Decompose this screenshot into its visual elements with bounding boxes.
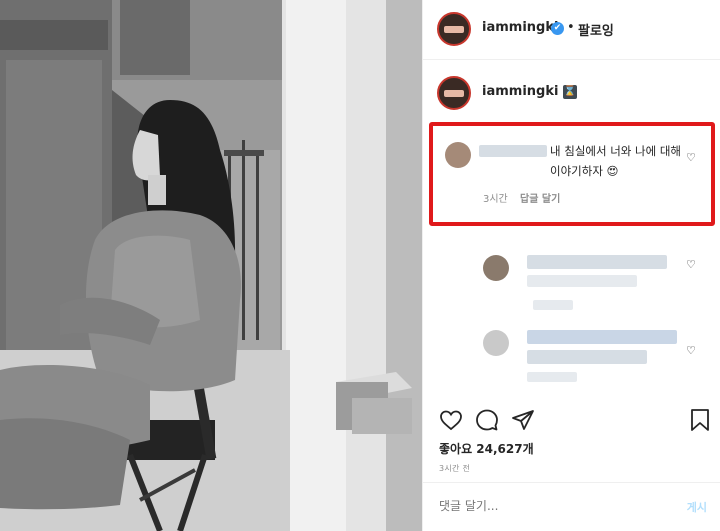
bookmark-icon[interactable]: [689, 408, 711, 432]
comment-like-icon[interactable]: ♡: [686, 151, 696, 164]
commenter-avatar[interactable]: [445, 142, 471, 168]
commenter-username-blurred[interactable]: [479, 145, 547, 157]
post-header: iammingki ✔ • 팔로잉: [423, 0, 720, 60]
reply-like-icon[interactable]: ♡: [686, 258, 696, 271]
comment-time: 3시간: [483, 194, 508, 205]
following-button[interactable]: 팔로잉: [578, 20, 614, 39]
reply-text-blurred: [527, 275, 637, 287]
heart-icon[interactable]: [439, 408, 463, 432]
post-time: 3시간 전: [439, 464, 471, 473]
verified-icon: ✔: [551, 22, 564, 35]
hourglass-icon: ⌛: [563, 85, 577, 99]
likes-count[interactable]: 좋아요 24,627개: [439, 440, 534, 457]
reply-meta-blurred: [533, 300, 573, 310]
comment-form: 게시: [423, 482, 720, 531]
post-photo[interactable]: [0, 0, 422, 531]
reply-text-blurred: [527, 330, 677, 344]
reply-like-icon[interactable]: ♡: [686, 344, 696, 357]
caption-username[interactable]: iammingki: [482, 84, 558, 99]
reply-avatar[interactable]: [483, 330, 509, 356]
post-sidebar: iammingki ✔ • 팔로잉 iammingki ⌛ 내 침실에서 너와 …: [422, 0, 720, 531]
comment-icon[interactable]: [475, 408, 499, 432]
reply-text-blurred: [527, 350, 647, 364]
share-icon[interactable]: [511, 408, 535, 432]
comment-text: 내 침실에서 너와 나에 대해 이야기하자 😍: [550, 144, 682, 178]
post-image: [0, 0, 422, 531]
author-username[interactable]: iammingki: [482, 20, 558, 35]
header-separator: •: [567, 20, 575, 35]
reply-meta-blurred: [527, 372, 577, 382]
reply-avatar[interactable]: [483, 255, 509, 281]
post-comment-button[interactable]: 게시: [687, 499, 707, 515]
post-actions: [423, 400, 720, 440]
comment-input[interactable]: [439, 499, 639, 513]
reply-text-blurred: [527, 255, 667, 269]
reply-button[interactable]: 답글 달기: [520, 190, 560, 205]
caption-avatar[interactable]: [437, 76, 471, 110]
author-avatar[interactable]: [437, 12, 471, 46]
